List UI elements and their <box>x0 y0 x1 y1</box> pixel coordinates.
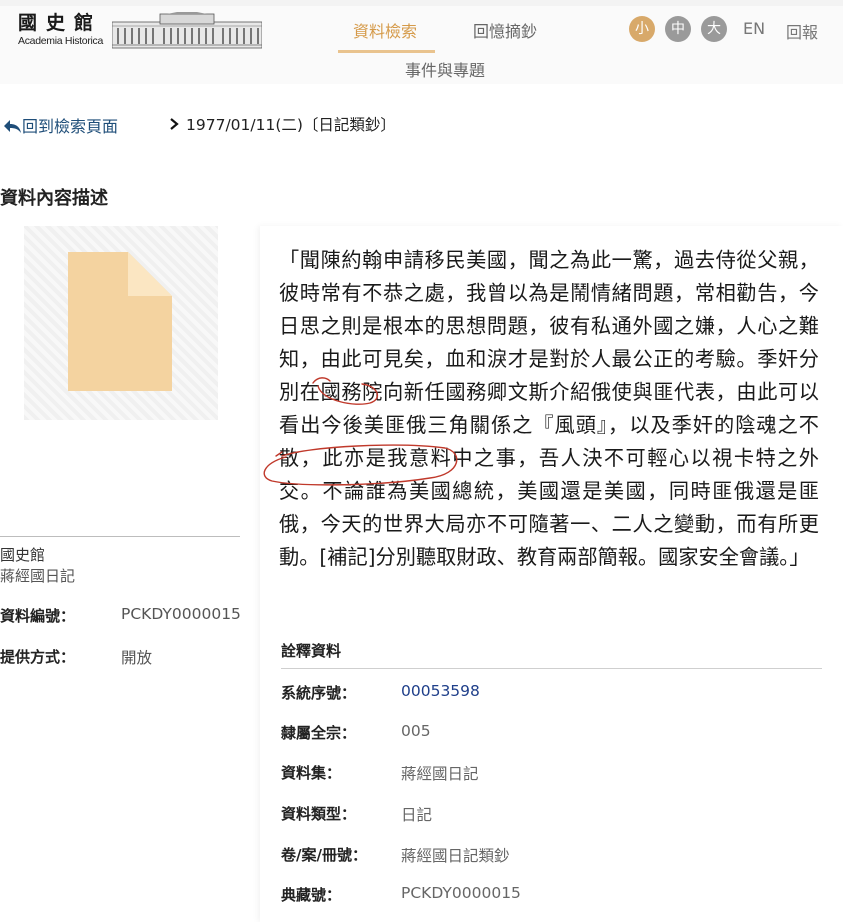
nav-tab-memoir[interactable]: 回憶摘鈔 <box>473 18 537 42</box>
section-title: 資料內容描述 <box>0 188 108 209</box>
meta-label-fonds: 隸屬全宗： <box>281 724 357 742</box>
meta-label-system-id: 系統序號： <box>281 684 357 702</box>
sidebar-label-id: 資料編號： <box>0 607 76 625</box>
diary-text-part-1: 「聞陳約翰申請移民美國，聞之為此一驚，過去侍從父親，彼時常有不恭之處，我曾以為是… <box>279 248 819 371</box>
chevron-right-icon <box>170 118 179 130</box>
sidebar-org: 國史館 <box>0 546 46 564</box>
sidebar-value-id: PCKDY0000015 <box>121 605 241 623</box>
font-size-medium-button[interactable]: 中 <box>665 16 691 42</box>
back-link-label: 回到檢索頁面 <box>22 117 119 136</box>
language-english-link[interactable]: EN <box>743 19 765 38</box>
meta-value-system-id[interactable]: 00053598 <box>401 682 480 700</box>
site-header: 國史館 Academia Historica 資料檢索 回憶摘鈔 事件與專題 小… <box>0 6 843 84</box>
meta-label-volume: 卷/案/冊號： <box>281 846 367 864</box>
meta-label-archive-id: 典藏號： <box>281 886 342 904</box>
breadcrumb-current-label: 1977/01/11(二)〔日記類鈔〕 <box>186 116 396 134</box>
meta-value-dataset: 蔣經國日記 <box>401 765 479 783</box>
diary-content: 「聞陳約翰申請移民美國，聞之為此一驚，過去侍從父親，彼時常有不恭之處，我曾以為是… <box>279 244 819 574</box>
meta-label-dataset: 資料集： <box>281 764 342 782</box>
sidebar-divider <box>0 536 240 537</box>
nav-tab-search[interactable]: 資料檢索 <box>353 18 417 42</box>
meta-value-archive-id: PCKDY0000015 <box>401 884 521 902</box>
breadcrumb-current: 1977/01/11(二)〔日記類鈔〕 <box>168 113 396 135</box>
sidebar-label-access: 提供方式： <box>0 648 76 666</box>
meta-label-type: 資料類型： <box>281 805 357 823</box>
annotation-section-title: 詮釋資料 <box>281 642 342 660</box>
feedback-link[interactable]: 回報 <box>786 19 818 43</box>
meta-value-type: 日記 <box>401 806 433 824</box>
logo-chinese: 國史館 <box>18 12 103 34</box>
building-logo-icon <box>112 12 262 49</box>
logo-english: Academia Historica <box>18 35 104 47</box>
diary-text-part-3: ，此亦是我意料中之事，吾人決不可輕心以視卡特之外交。不論誰為美國總統，美國還是美… <box>279 446 819 569</box>
document-thumbnail[interactable] <box>24 226 218 420</box>
back-arrow-icon <box>4 120 21 133</box>
diary-highlight-1: 季奸 <box>757 347 799 371</box>
site-logo[interactable]: 國史館 Academia Historica <box>18 12 110 47</box>
nav-active-indicator <box>338 50 435 53</box>
meta-value-volume: 蔣經國日記類鈔 <box>401 847 510 865</box>
sidebar-value-access: 開放 <box>121 649 153 667</box>
font-size-large-button[interactable]: 大 <box>701 16 727 42</box>
sidebar-collection: 蔣經國日記 <box>0 567 76 585</box>
font-size-small-button[interactable]: 小 <box>629 16 655 42</box>
annotation-divider <box>281 668 822 669</box>
document-file-icon <box>68 252 172 391</box>
nav-tab-events[interactable]: 事件與專題 <box>405 57 485 81</box>
back-to-search-link[interactable]: 回到檢索頁面 <box>2 113 118 137</box>
meta-value-fonds: 005 <box>401 722 431 740</box>
